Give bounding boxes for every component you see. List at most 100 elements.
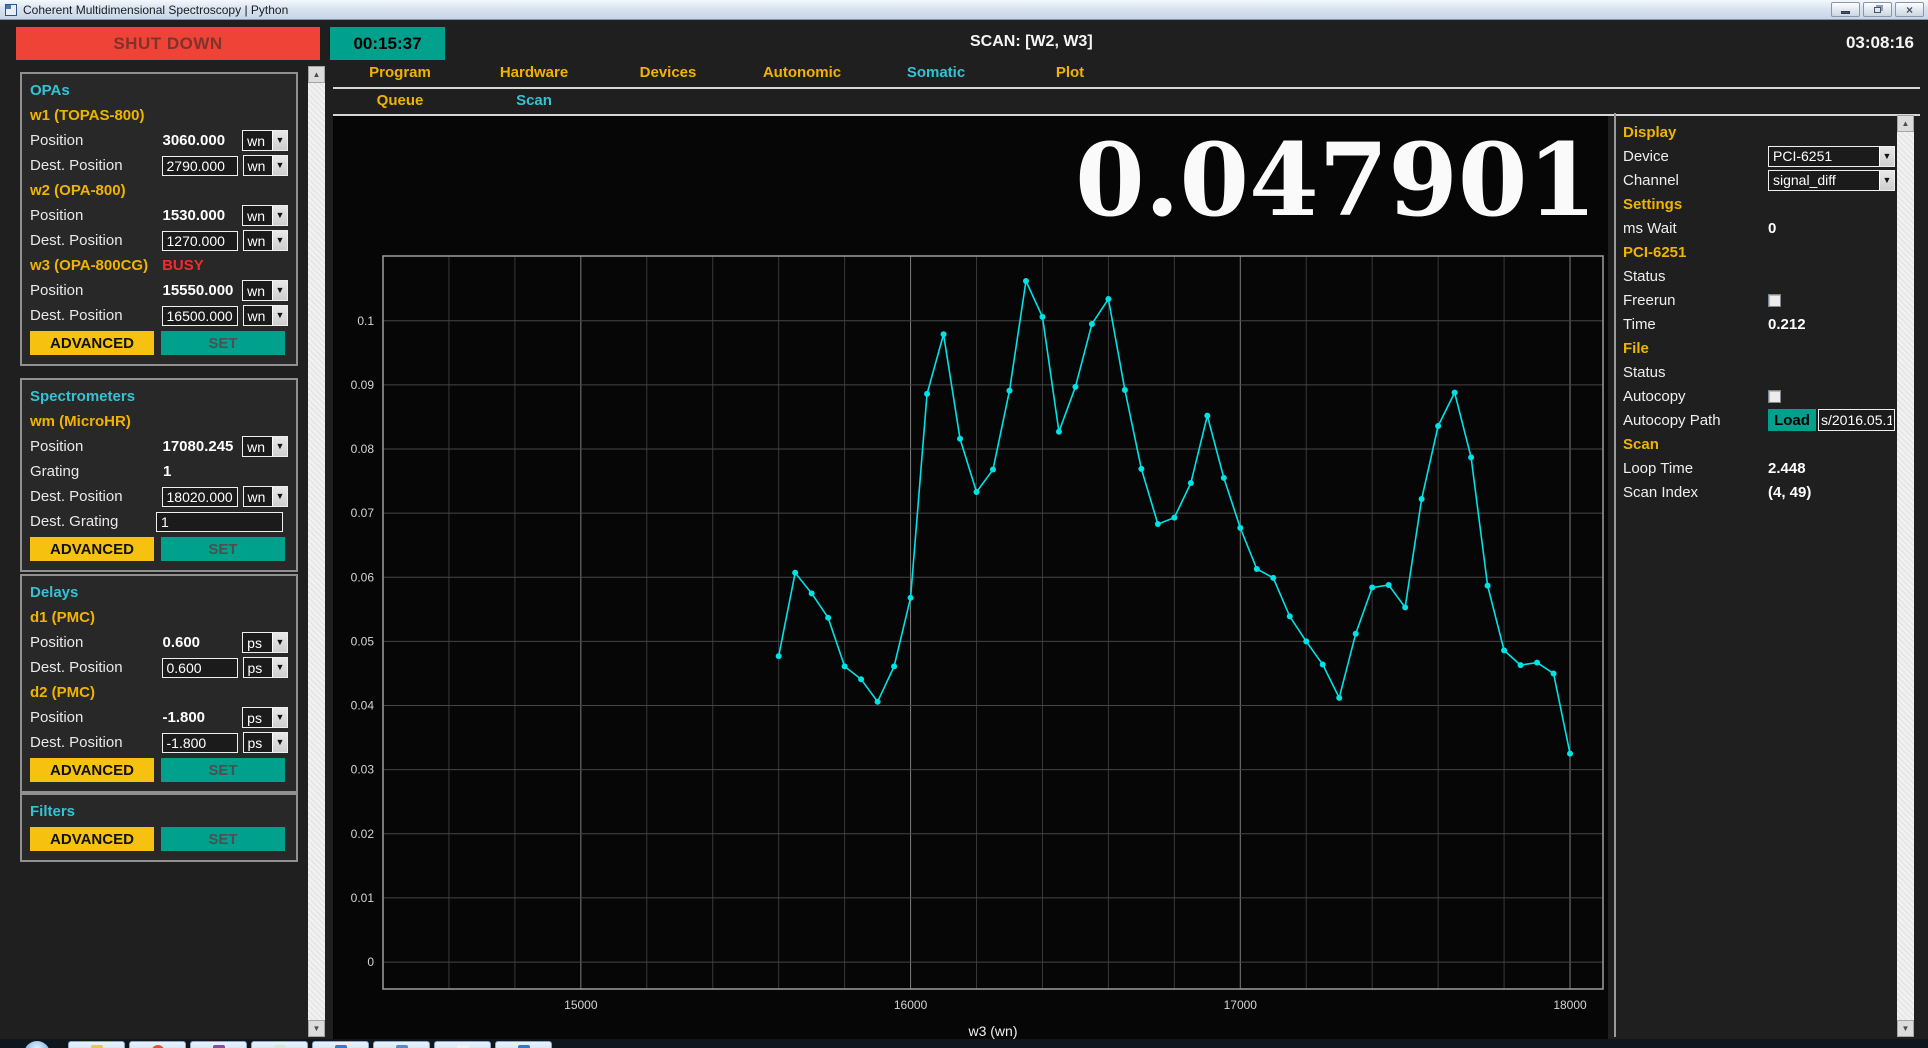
- svg-text:0.02: 0.02: [351, 827, 375, 841]
- freerun-checkbox[interactable]: [1768, 294, 1781, 307]
- w2-dest-units-combo[interactable]: wn▼: [243, 230, 289, 251]
- d2-units-combo[interactable]: ps▼: [242, 707, 288, 728]
- svg-text:0.06: 0.06: [351, 570, 375, 584]
- taskbar-item[interactable]: [495, 1041, 552, 1048]
- channel-combo[interactable]: signal_diff▼: [1768, 170, 1895, 191]
- wm-name: wm (MicroHR): [30, 413, 131, 430]
- scroll-up-icon[interactable]: ▲: [308, 66, 325, 83]
- d1-dest-position-input[interactable]: [162, 658, 238, 678]
- svg-text:0.03: 0.03: [351, 763, 375, 777]
- w2-dest-position-input[interactable]: [162, 231, 238, 251]
- svg-text:18000: 18000: [1553, 998, 1587, 1012]
- autocopy-checkbox[interactable]: [1768, 390, 1781, 403]
- autocopy-path-input[interactable]: [1818, 409, 1895, 431]
- chevron-down-icon: ▼: [272, 733, 287, 752]
- window-title: Coherent Multidimensional Spectroscopy |…: [23, 3, 288, 17]
- device-combo[interactable]: PCI-6251▼: [1768, 146, 1895, 167]
- chevron-down-icon: ▼: [272, 708, 287, 727]
- w3-position-value: 15550.000: [162, 282, 242, 299]
- chevron-down-icon: ▼: [272, 633, 287, 652]
- file-status-label: Status: [1623, 364, 1768, 381]
- dest-position-label: Dest. Position: [30, 157, 162, 174]
- w3-dest-position-input[interactable]: [162, 306, 238, 326]
- tab-queue[interactable]: Queue: [333, 92, 467, 109]
- svg-text:0.09: 0.09: [351, 378, 375, 392]
- shutdown-button[interactable]: SHUT DOWN: [16, 27, 320, 60]
- tab-program[interactable]: Program: [333, 64, 467, 81]
- tab-scan[interactable]: Scan: [467, 92, 601, 109]
- tab-autonomic[interactable]: Autonomic: [735, 64, 869, 81]
- file-section-title: File: [1623, 340, 1649, 357]
- spectrometers-set-button[interactable]: SET: [161, 537, 285, 561]
- minimize-button[interactable]: [1831, 2, 1860, 17]
- taskbar-item[interactable]: [68, 1041, 125, 1048]
- window-titlebar: Coherent Multidimensional Spectroscopy |…: [0, 0, 1928, 20]
- delays-advanced-button[interactable]: ADVANCED: [30, 758, 154, 782]
- tab-somatic[interactable]: Somatic: [869, 64, 1003, 81]
- tab-hardware[interactable]: Hardware: [467, 64, 601, 81]
- tab-devices[interactable]: Devices: [601, 64, 735, 81]
- wm-grating-value: 1: [163, 463, 243, 480]
- delays-title: Delays: [30, 584, 78, 601]
- autocopy-label: Autocopy: [1623, 388, 1768, 405]
- pci-status-label: Status: [1623, 268, 1768, 285]
- sidebar-scrollbar[interactable]: ▲ ▼: [308, 66, 325, 1037]
- start-button[interactable]: [24, 1041, 50, 1048]
- wm-dest-grating-input[interactable]: [156, 512, 283, 532]
- dest-position-label: Dest. Position: [30, 734, 162, 751]
- wm-dest-position-input[interactable]: [162, 487, 238, 507]
- device-label: Device: [1623, 148, 1768, 165]
- taskbar-item[interactable]: [373, 1041, 430, 1048]
- w2-units-combo[interactable]: wn▼: [242, 205, 288, 226]
- channel-label: Channel: [1623, 172, 1768, 189]
- sub-tab-bar: Queue Scan: [333, 92, 601, 109]
- taskbar: [0, 1039, 1928, 1048]
- wm-dest-units-combo[interactable]: wn▼: [243, 486, 289, 507]
- position-label: Position: [30, 709, 162, 726]
- w1-position-value: 3060.000: [162, 132, 242, 149]
- taskbar-item[interactable]: [312, 1041, 369, 1048]
- taskbar-item[interactable]: [190, 1041, 247, 1048]
- filters-panel: Filters ADVANCED SET: [20, 793, 298, 862]
- opas-advanced-button[interactable]: ADVANCED: [30, 331, 154, 355]
- freerun-label: Freerun: [1623, 292, 1768, 309]
- tab-plot[interactable]: Plot: [1003, 64, 1137, 81]
- spectrometers-advanced-button[interactable]: ADVANCED: [30, 537, 154, 561]
- scan-index-label: Scan Index: [1623, 484, 1768, 501]
- wm-units-combo[interactable]: wn▼: [242, 436, 288, 457]
- display-section-title: Display: [1623, 124, 1676, 141]
- load-button[interactable]: Load: [1768, 409, 1816, 431]
- taskbar-item[interactable]: [434, 1041, 491, 1048]
- dest-position-label: Dest. Position: [30, 307, 162, 324]
- w1-units-combo[interactable]: wn▼: [242, 130, 288, 151]
- settings-section-title: Settings: [1623, 196, 1682, 213]
- dest-position-label: Dest. Position: [30, 488, 162, 505]
- chevron-down-icon: ▼: [272, 281, 287, 300]
- w3-dest-units-combo[interactable]: wn▼: [243, 305, 289, 326]
- taskbar-item[interactable]: [129, 1041, 186, 1048]
- d1-units-combo[interactable]: ps▼: [242, 632, 288, 653]
- scroll-down-icon[interactable]: ▼: [308, 1020, 325, 1037]
- scroll-up-icon[interactable]: ▲: [1897, 115, 1914, 132]
- chevron-down-icon: ▼: [272, 131, 287, 150]
- taskbar-item[interactable]: [251, 1041, 308, 1048]
- scroll-down-icon[interactable]: ▼: [1897, 1020, 1914, 1037]
- spectrometers-panel: Spectrometers wm (MicroHR) Position 1708…: [20, 378, 298, 572]
- scan-index-value: (4, 49): [1768, 484, 1811, 501]
- d2-dest-units-combo[interactable]: ps▼: [243, 732, 289, 753]
- filters-set-button[interactable]: SET: [161, 827, 285, 851]
- restore-button[interactable]: [1863, 2, 1892, 17]
- settings-scrollbar[interactable]: ▲ ▼: [1897, 115, 1914, 1037]
- w1-dest-units-combo[interactable]: wn▼: [243, 155, 289, 176]
- session-timer: 00:15:37: [330, 27, 445, 60]
- w3-units-combo[interactable]: wn▼: [242, 280, 288, 301]
- d1-dest-units-combo[interactable]: ps▼: [243, 657, 289, 678]
- chevron-down-icon: ▼: [272, 306, 287, 325]
- d2-dest-position-input[interactable]: [162, 733, 238, 753]
- delays-set-button[interactable]: SET: [161, 758, 285, 782]
- filters-advanced-button[interactable]: ADVANCED: [30, 827, 154, 851]
- w1-dest-position-input[interactable]: [162, 156, 238, 176]
- svg-text:17000: 17000: [1224, 998, 1258, 1012]
- close-button[interactable]: ×: [1895, 2, 1924, 17]
- opas-set-button[interactable]: SET: [161, 331, 285, 355]
